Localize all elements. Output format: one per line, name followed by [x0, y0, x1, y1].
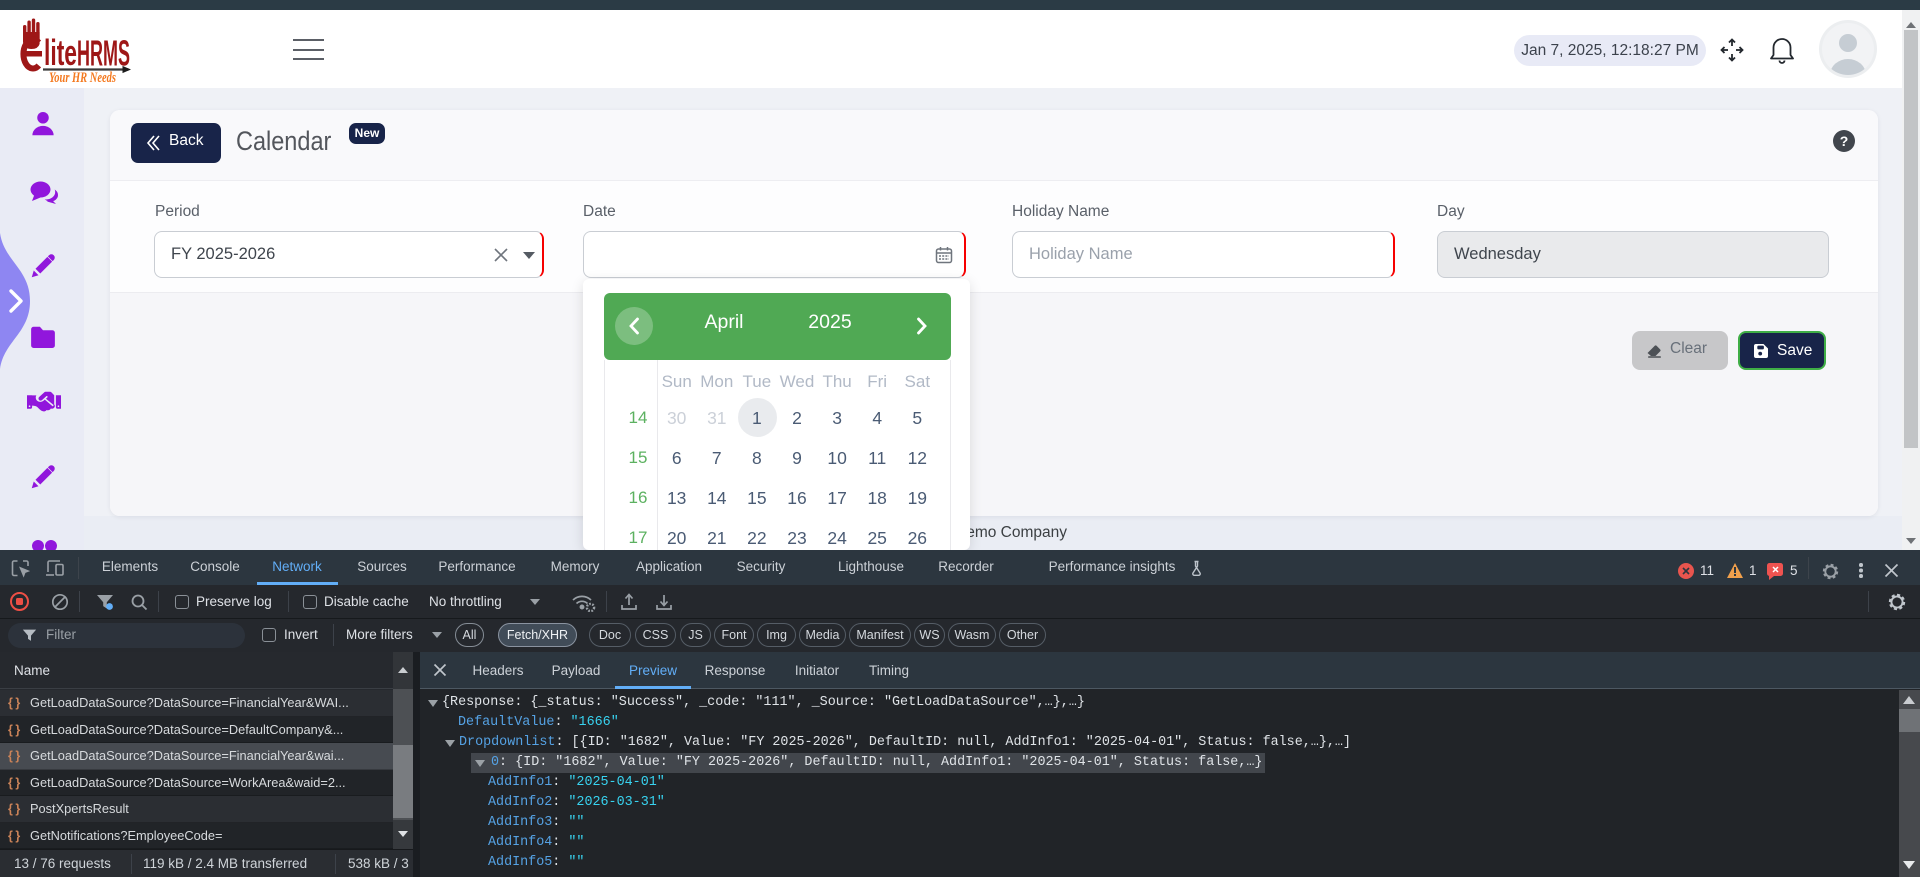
- svg-text:lite: lite: [44, 32, 77, 73]
- svg-text:Your HR Needs: Your HR Needs: [49, 70, 116, 86]
- svg-text:HRMS: HRMS: [77, 33, 130, 74]
